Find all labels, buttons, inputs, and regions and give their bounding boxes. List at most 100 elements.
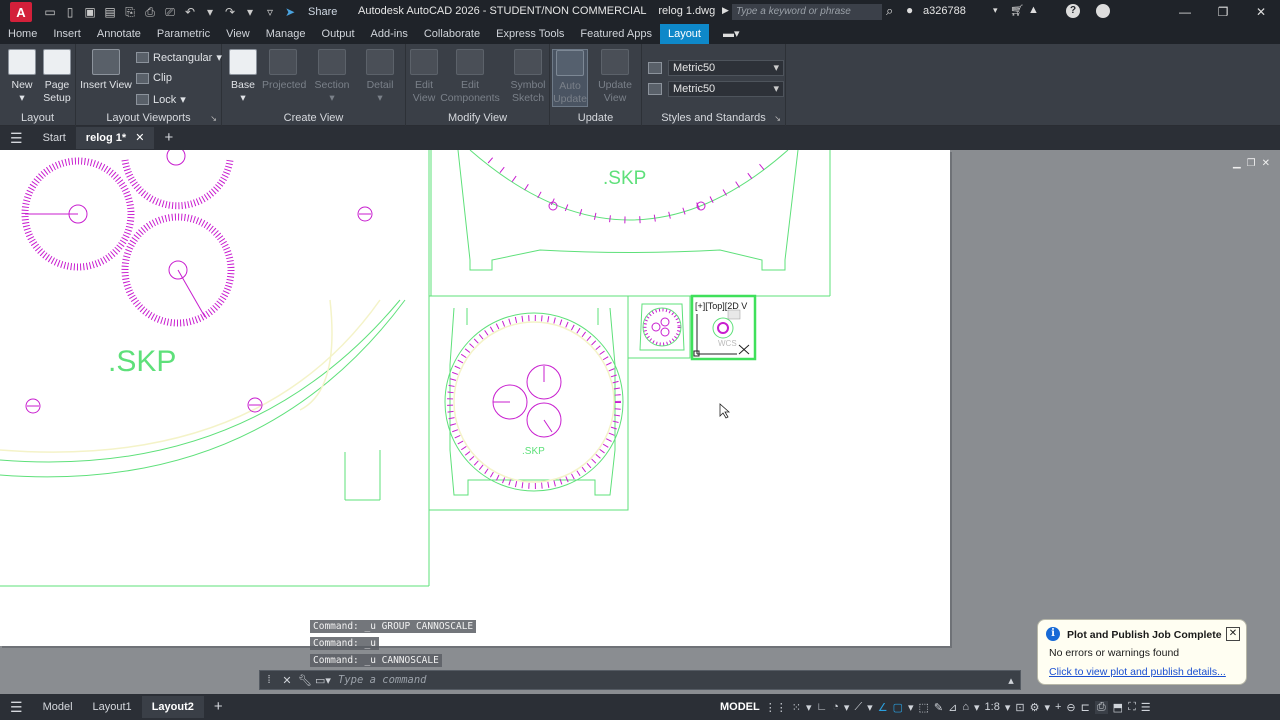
- snap-mode-icon[interactable]: ⁙: [792, 701, 801, 714]
- auto-update-button[interactable]: Auto Update: [552, 49, 588, 107]
- edit-components-button[interactable]: Edit Components: [440, 49, 500, 105]
- paper-sheet[interactable]: .SKP .SKP .SKP [+][Top][2D V WCS: [0, 150, 950, 646]
- customize-status-icon[interactable]: ☰: [1141, 701, 1151, 714]
- page-setup-button[interactable]: Page Setup: [40, 49, 74, 105]
- lock-dropdown-icon[interactable]: ▾: [180, 93, 186, 106]
- share-button[interactable]: Share: [308, 6, 337, 18]
- workspace-gear-icon[interactable]: ⚙: [1030, 701, 1040, 714]
- user-icon[interactable]: ●: [906, 3, 913, 17]
- insert-view-button[interactable]: Insert View: [78, 49, 134, 92]
- chat-icon[interactable]: [1096, 4, 1110, 18]
- isodraft-dropdown-icon[interactable]: ▾: [867, 701, 873, 714]
- customize-qat-icon[interactable]: ▿: [262, 5, 278, 19]
- clip-button[interactable]: Clip: [136, 72, 172, 84]
- scale-list-icon[interactable]: ▾: [1005, 701, 1011, 714]
- command-recent-icon[interactable]: ▭▾: [314, 674, 332, 687]
- command-input[interactable]: Type a command: [332, 674, 1002, 686]
- drawing-canvas[interactable]: .SKP .SKP .SKP [+][Top][2D V WCS: [0, 150, 950, 646]
- annotation-scale-icon[interactable]: ⊿: [948, 701, 957, 714]
- minimize-icon[interactable]: —: [1166, 0, 1204, 24]
- section-view-button[interactable]: Section ▾: [312, 49, 352, 105]
- search-input[interactable]: Type a keyword or phrase: [732, 4, 882, 20]
- tab-view[interactable]: View: [218, 24, 258, 44]
- command-grip-icon[interactable]: ⁞: [260, 674, 278, 686]
- scale-label[interactable]: 1:8: [985, 701, 1000, 713]
- edit-view-button[interactable]: Edit View: [408, 49, 440, 105]
- open-file-icon[interactable]: ▯: [62, 5, 78, 19]
- isodraft-icon[interactable]: ⟋: [854, 701, 862, 714]
- cleanscreen-icon[interactable]: ⬒: [1113, 701, 1123, 714]
- web-save-icon[interactable]: ⎙: [142, 5, 158, 20]
- new-file-icon[interactable]: ▭: [42, 5, 58, 19]
- status-tab-layout1[interactable]: Layout1: [83, 696, 142, 718]
- ortho-mode-icon[interactable]: ∟: [816, 701, 827, 713]
- lock-button[interactable]: Lock ▾: [136, 93, 186, 106]
- file-menu-icon[interactable]: ☰: [0, 127, 33, 149]
- update-view-button[interactable]: Update View: [594, 49, 636, 105]
- user-dropdown-icon[interactable]: ▾: [993, 5, 998, 16]
- close-icon[interactable]: ✕: [1242, 0, 1280, 24]
- save-as-icon[interactable]: ▤: [102, 5, 118, 19]
- fullscreen-icon[interactable]: ⛶: [1128, 701, 1136, 714]
- command-expand-icon[interactable]: ▴: [1002, 674, 1020, 687]
- add-layout-icon[interactable]: +: [204, 696, 233, 718]
- scale-dropdown-icon[interactable]: ▾: [974, 701, 980, 714]
- tab-express-tools[interactable]: Express Tools: [488, 24, 572, 44]
- selection-cycling-icon[interactable]: ⊡: [1015, 701, 1024, 714]
- redo-dropdown-icon[interactable]: ▾: [242, 5, 258, 19]
- symbol-sketch-button[interactable]: Symbol Sketch: [508, 49, 548, 105]
- tab-output[interactable]: Output: [314, 24, 363, 44]
- tab-featured-apps[interactable]: Featured Apps: [572, 24, 660, 44]
- new-layout-button[interactable]: New ▾: [6, 49, 38, 105]
- search-expand-icon[interactable]: ▶: [722, 5, 729, 16]
- base-dropdown-icon[interactable]: ▾: [240, 92, 245, 104]
- tab-manage[interactable]: Manage: [258, 24, 314, 44]
- auto-scale-icon[interactable]: ✎: [934, 701, 943, 714]
- tab-home[interactable]: Home: [0, 24, 45, 44]
- restore-icon[interactable]: ❐: [1204, 0, 1242, 24]
- section-style-dropdown[interactable]: Metric50: [668, 81, 784, 97]
- object-snap-dropdown-icon[interactable]: ▾: [908, 701, 914, 714]
- view-style-dropdown[interactable]: Metric50: [668, 60, 784, 76]
- search-icon[interactable]: ⌕: [886, 3, 893, 19]
- object-snap-icon[interactable]: ▢: [893, 701, 903, 714]
- share-icon[interactable]: ➤: [282, 5, 298, 19]
- new-tab-icon[interactable]: +: [154, 127, 183, 149]
- base-view-button[interactable]: Base ▾: [226, 49, 260, 105]
- detail-view-button[interactable]: Detail ▾: [360, 49, 400, 105]
- layout-workspace[interactable]: .SKP .SKP .SKP [+][Top][2D V WCS ▁ ❐ ✕: [0, 150, 1280, 694]
- polar-tracking-icon[interactable]: ◔: [832, 701, 839, 713]
- plot-icon[interactable]: ⎚: [162, 5, 178, 20]
- polar-dropdown-icon[interactable]: ▾: [844, 701, 850, 714]
- status-tab-layout2[interactable]: Layout2: [141, 696, 204, 718]
- detail-dropdown-icon[interactable]: ▾: [377, 92, 382, 104]
- rectangular-viewport-button[interactable]: Rectangular ▾: [136, 51, 222, 64]
- snap-dropdown-icon[interactable]: ▾: [806, 701, 812, 714]
- status-tab-model[interactable]: Model: [33, 696, 83, 718]
- undo-icon[interactable]: ↶: [182, 5, 198, 19]
- redo-icon[interactable]: ↷: [222, 5, 238, 19]
- tab-layout[interactable]: Layout: [659, 24, 709, 44]
- connect-warning-icon[interactable]: ▲: [1028, 4, 1039, 16]
- layout-menu-icon[interactable]: ☰: [0, 696, 33, 718]
- web-open-icon[interactable]: ⎘: [122, 5, 138, 20]
- annotation-visibility-icon[interactable]: ⬚: [919, 701, 929, 714]
- file-tab-relog[interactable]: relog 1* ✕: [75, 127, 155, 149]
- tab-insert[interactable]: Insert: [45, 24, 89, 44]
- save-icon[interactable]: ▣: [82, 5, 98, 19]
- ribbon-toggle-icon[interactable]: ▬▾: [715, 24, 748, 44]
- close-tab-icon[interactable]: ✕: [135, 132, 144, 144]
- command-customize-icon[interactable]: 🔧︎: [296, 674, 314, 687]
- projected-view-button[interactable]: Projected: [262, 49, 306, 92]
- styles-launcher-icon[interactable]: ↘: [774, 114, 781, 123]
- notification-close-icon[interactable]: ✕: [1226, 627, 1240, 641]
- tab-collaborate[interactable]: Collaborate: [416, 24, 488, 44]
- help-icon[interactable]: ?: [1066, 4, 1080, 18]
- tab-parametric[interactable]: Parametric: [149, 24, 218, 44]
- annotation-monitor-icon[interactable]: +: [1055, 701, 1061, 713]
- grid-display-icon[interactable]: ⋮⋮: [765, 701, 787, 714]
- app-menu-button[interactable]: A: [10, 2, 32, 22]
- drawing-minimize-icon[interactable]: ▁: [1233, 158, 1241, 169]
- section-dropdown-icon[interactable]: ▾: [329, 92, 334, 104]
- username-label[interactable]: a326788: [923, 5, 966, 17]
